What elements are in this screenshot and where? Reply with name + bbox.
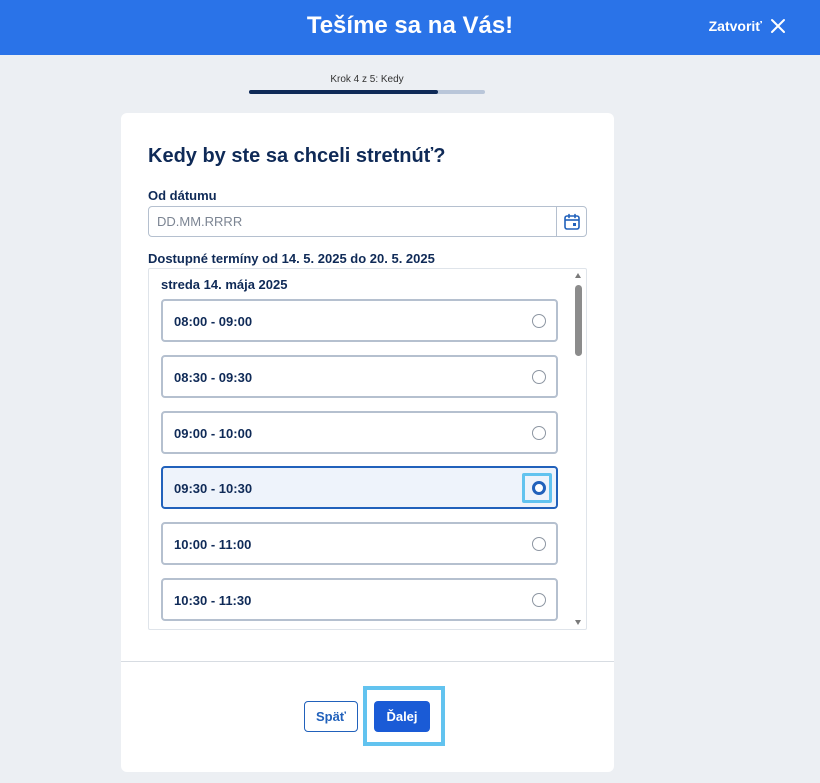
- time-slot-label: 09:00 - 10:00: [174, 426, 253, 441]
- day-label: streda 14. mája 2025: [161, 277, 288, 292]
- time-slot-label: 09:30 - 10:30: [174, 481, 253, 496]
- page-title: Tešíme sa na Vás!: [306, 12, 514, 39]
- scroll-thumb[interactable]: [575, 285, 582, 356]
- time-slot-label: 08:00 - 09:00: [174, 314, 253, 329]
- date-input[interactable]: [149, 207, 556, 236]
- close-label: Zatvoriť: [708, 18, 762, 34]
- scroll-down-arrow-icon[interactable]: [575, 620, 581, 625]
- radio-button[interactable]: [532, 537, 546, 551]
- time-slot-option-selected[interactable]: 09:30 - 10:30: [161, 466, 558, 509]
- radio-button[interactable]: [532, 426, 546, 440]
- radio-button-checked[interactable]: [532, 481, 546, 495]
- available-range-label: Dostupné termíny od 14. 5. 2025 do 20. 5…: [148, 251, 435, 266]
- time-slot-option[interactable]: 08:30 - 09:30: [161, 355, 558, 398]
- progress-fill: [249, 90, 438, 94]
- back-button[interactable]: Späť: [304, 701, 358, 732]
- date-field: [148, 206, 587, 237]
- close-button[interactable]: Zatvoriť: [709, 18, 786, 34]
- time-slot-option[interactable]: 08:00 - 09:00: [161, 299, 558, 342]
- radio-button[interactable]: [532, 370, 546, 384]
- form-title: Kedy by ste sa chceli stretnúť?: [148, 145, 446, 167]
- header-bar: Tešíme sa na Vás! Zatvoriť: [0, 0, 820, 55]
- calendar-icon: [563, 213, 580, 230]
- time-slot-label: 08:30 - 09:30: [174, 370, 253, 385]
- radio-button[interactable]: [532, 593, 546, 607]
- next-button[interactable]: Ďalej: [374, 701, 430, 732]
- time-slot-option[interactable]: 10:30 - 11:30: [161, 578, 558, 621]
- divider: [121, 661, 614, 662]
- time-slot-label: 10:30 - 11:30: [174, 593, 252, 608]
- form-card: Kedy by ste sa chceli stretnúť? Od dátum…: [121, 113, 614, 772]
- step-label: Krok 4 z 5: Kedy: [330, 74, 404, 85]
- scroll-up-arrow-icon[interactable]: [575, 273, 581, 278]
- time-slots-list: streda 14. mája 2025 08:00 - 09:00 08:30…: [148, 268, 587, 630]
- time-slot-label: 10:00 - 11:00: [174, 537, 252, 552]
- scrollbar[interactable]: [570, 269, 586, 629]
- step-progress: Krok 4 z 5: Kedy: [249, 74, 485, 94]
- progress-track: [249, 90, 485, 94]
- close-icon: [771, 19, 785, 33]
- date-label: Od dátumu: [148, 188, 217, 203]
- time-slot-option[interactable]: 10:00 - 11:00: [161, 522, 558, 565]
- radio-button[interactable]: [532, 314, 546, 328]
- calendar-button[interactable]: [556, 207, 586, 236]
- time-slot-option[interactable]: 09:00 - 10:00: [161, 411, 558, 454]
